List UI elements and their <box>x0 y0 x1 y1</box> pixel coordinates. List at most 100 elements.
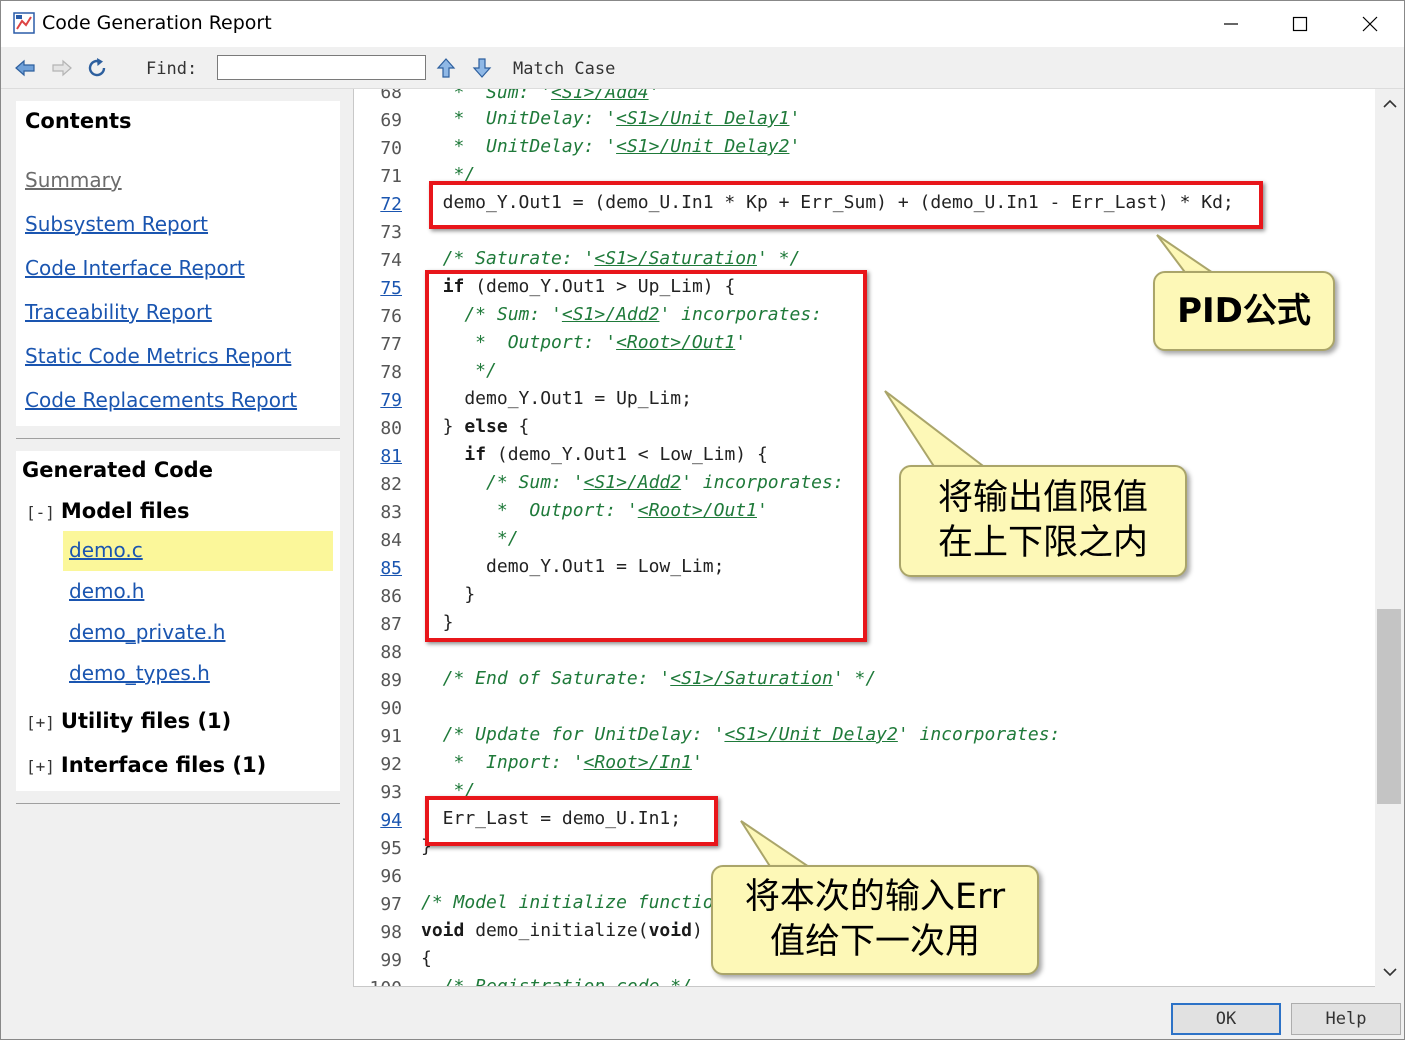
code-line-68: * Sum: '<S1>/Add4' <box>421 89 660 103</box>
line-number: 87 <box>380 614 402 635</box>
trace-link[interactable]: <S1>/Saturation <box>594 248 757 269</box>
utility-files-label: Utility files (1) <box>60 709 232 733</box>
line-number: 97 <box>380 894 402 915</box>
app-icon <box>13 12 35 34</box>
line-number: 95 <box>380 838 402 859</box>
line-number[interactable]: 75 <box>354 278 402 299</box>
scroll-down-icon <box>1382 968 1397 977</box>
code-line-92: * Inport: '<Root>/In1' <box>421 752 703 773</box>
file-link-demo-c[interactable]: demo.c <box>69 538 143 562</box>
code-line-89: /* End of Saturate: '<S1>/Saturation' */ <box>421 668 877 689</box>
contents-title: Contents <box>25 109 132 133</box>
saturation-block-highlight <box>425 270 867 642</box>
limit-callout-line2: 在上下限之内 <box>937 523 1148 563</box>
maximize-button[interactable] <box>1265 1 1335 47</box>
scroll-down-button[interactable] <box>1375 961 1404 983</box>
trace-link[interactable]: <S1>/Saturation <box>670 668 833 689</box>
find-next-icon[interactable] <box>470 57 494 79</box>
line-number: 86 <box>380 586 402 607</box>
model-files-group[interactable]: [-] Model files <box>26 499 190 523</box>
traceability-report-link[interactable]: Traceability Report <box>25 300 212 324</box>
line-number: 90 <box>380 698 402 719</box>
summary-link[interactable]: Summary <box>25 168 122 192</box>
line-number: 88 <box>380 642 402 663</box>
line-number: 82 <box>380 474 402 495</box>
line-number: 96 <box>380 866 402 887</box>
code-line-70: * UnitDelay: '<S1>/Unit Delay2' <box>421 136 801 157</box>
minimize-button[interactable] <box>1196 1 1266 47</box>
help-button[interactable]: Help <box>1291 1003 1401 1035</box>
utility-files-group[interactable]: [+] Utility files (1) <box>26 709 231 733</box>
trace-link[interactable]: <S1>/Unit Delay1 <box>616 108 789 129</box>
trace-link[interactable]: <S1>/Unit Delay2 <box>616 136 789 157</box>
contents-panel: Contents Summary Subsystem Report Code I… <box>16 101 340 426</box>
pid-callout: PID公式 <box>1153 271 1335 351</box>
line-number[interactable]: 72 <box>354 194 402 215</box>
refresh-icon[interactable] <box>86 57 110 79</box>
scroll-up-icon <box>1382 99 1397 108</box>
find-input[interactable] <box>217 55 426 80</box>
code-line-100: /* Registration code */ <box>421 976 692 987</box>
scroll-up-button[interactable] <box>1375 93 1404 115</box>
expand-toggle[interactable]: [+] <box>26 713 55 732</box>
line-number: 100 <box>354 978 402 986</box>
scroll-thumb[interactable] <box>1377 609 1401 804</box>
line-number[interactable]: 85 <box>354 558 402 579</box>
line-number: 76 <box>380 306 402 327</box>
close-button[interactable] <box>1335 1 1405 47</box>
line-number: 89 <box>380 670 402 691</box>
interface-files-label: Interface files (1) <box>60 753 267 777</box>
line-number: 99 <box>380 950 402 971</box>
line-number[interactable]: 94 <box>354 810 402 831</box>
err-callout-line2: 值给下一次用 <box>769 922 980 962</box>
close-icon <box>1362 16 1378 32</box>
code-line-91: /* Update for UnitDelay: '<S1>/Unit Dela… <box>421 724 1061 745</box>
match-case-toggle[interactable]: Match Case <box>513 59 615 79</box>
divider <box>16 438 340 439</box>
code-line-97: /* Model initialize function */ <box>421 892 757 913</box>
static-code-metrics-report-link[interactable]: Static Code Metrics Report <box>25 344 291 368</box>
code-generation-report-window: Code Generation Report Find: Match Case … <box>0 0 1405 1040</box>
line-number: 83 <box>380 502 402 523</box>
line-number: 71 <box>380 166 402 187</box>
limit-callout-line1: 将输出值限值 <box>937 477 1148 518</box>
interface-files-group[interactable]: [+] Interface files (1) <box>26 753 266 777</box>
line-number: 78 <box>380 362 402 383</box>
trace-link[interactable]: <S1>/Add4 <box>551 89 649 103</box>
file-link-demo-types-h[interactable]: demo_types.h <box>69 661 210 685</box>
title-bar: Code Generation Report <box>1 1 1404 47</box>
line-number: 74 <box>380 250 402 271</box>
line-number: 69 <box>380 110 402 131</box>
code-line-99: { <box>421 948 432 969</box>
file-link-demo-private-h[interactable]: demo_private.h <box>69 620 225 644</box>
vertical-scrollbar[interactable] <box>1375 89 1404 987</box>
line-number[interactable]: 79 <box>354 390 402 411</box>
pid-formula-highlight <box>429 181 1263 229</box>
file-link-demo-h[interactable]: demo.h <box>69 579 144 603</box>
find-label: Find: <box>146 59 198 79</box>
code-line-69: * UnitDelay: '<S1>/Unit Delay1' <box>421 108 801 129</box>
find-previous-icon[interactable] <box>434 57 458 79</box>
line-number: 91 <box>380 726 402 747</box>
code-replacements-report-link[interactable]: Code Replacements Report <box>25 388 297 412</box>
code-interface-report-link[interactable]: Code Interface Report <box>25 256 245 280</box>
collapse-toggle[interactable]: [-] <box>26 503 55 522</box>
divider <box>16 803 340 804</box>
subsystem-report-link[interactable]: Subsystem Report <box>25 212 208 236</box>
forward-arrow-icon[interactable] <box>50 57 74 79</box>
line-number: 70 <box>380 138 402 159</box>
ok-button[interactable]: OK <box>1171 1003 1281 1035</box>
generated-code-panel: Generated Code [-] Model files demo.c dem… <box>16 451 340 791</box>
expand-toggle[interactable]: [+] <box>26 757 55 776</box>
line-number[interactable]: 81 <box>354 446 402 467</box>
back-arrow-icon[interactable] <box>13 57 37 79</box>
maximize-icon <box>1292 16 1308 32</box>
toolbar: Find: Match Case <box>1 47 1404 89</box>
err-last-highlight <box>425 796 718 846</box>
limit-callout: 将输出值限值 在上下限之内 <box>899 465 1187 577</box>
trace-link[interactable]: <Root>/In1 <box>584 752 692 773</box>
trace-link[interactable]: <S1>/Unit Delay2 <box>724 724 897 745</box>
window-title: Code Generation Report <box>42 12 272 34</box>
line-number: 84 <box>380 530 402 551</box>
line-number: 92 <box>380 754 402 775</box>
